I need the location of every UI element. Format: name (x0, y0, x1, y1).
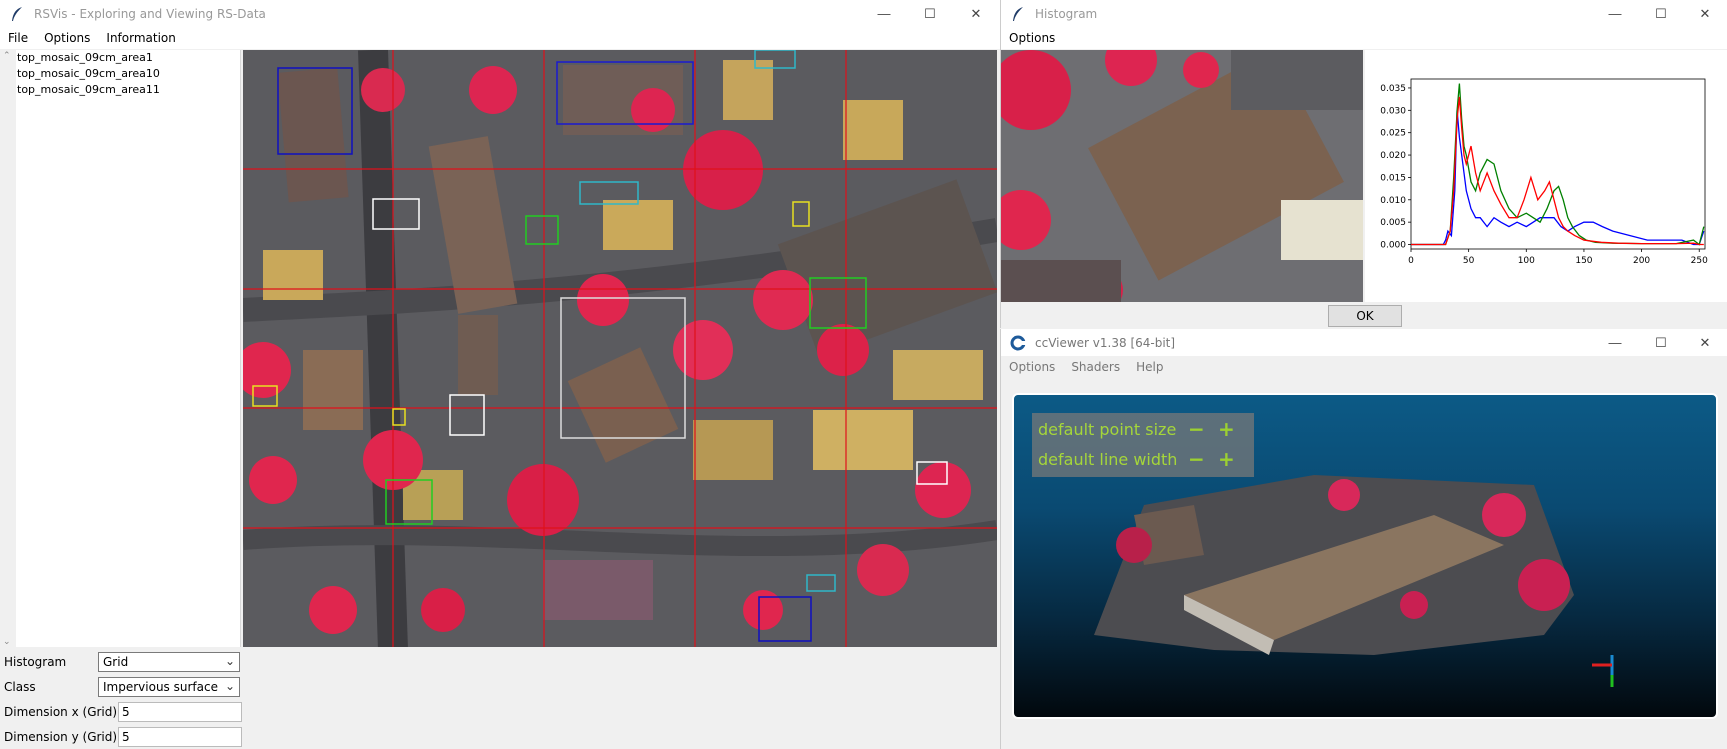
feather-icon (8, 5, 26, 23)
dim-y-label: Dimension y (Grid) (4, 730, 118, 744)
point-size-row: default point size − + (1038, 415, 1235, 443)
ok-button[interactable]: OK (1328, 305, 1402, 327)
y-tick-label: 0.035 (1380, 84, 1406, 94)
point-size-label: default point size (1038, 419, 1177, 439)
menu-options[interactable]: Options (36, 31, 98, 45)
line-width-decrease-button[interactable]: − (1188, 447, 1205, 471)
minimize-button[interactable]: — (861, 0, 907, 27)
dim-y-control-row: Dimension y (Grid) 5 (0, 726, 243, 748)
scroll-up-icon[interactable]: ⌃ (3, 50, 11, 61)
chevron-down-icon: ⌄ (224, 654, 235, 668)
menu-bar: File Options Information (0, 27, 1000, 49)
close-button[interactable]: ✕ (1682, 329, 1727, 356)
class-control-row: Class Impervious surface ⌄ (0, 676, 243, 698)
line-width-row: default line width − + (1038, 445, 1235, 473)
3d-viewport[interactable]: default point size − + default line widt… (1012, 393, 1718, 719)
minimize-button[interactable]: — (1592, 0, 1638, 27)
display-settings-overlay: default point size − + default line widt… (1032, 413, 1254, 477)
close-button[interactable]: ✕ (1682, 0, 1727, 27)
x-tick-label: 250 (1691, 256, 1708, 266)
histogram-select[interactable]: Grid ⌄ (98, 652, 240, 672)
rsvis-window: RSVis - Exploring and Viewing RS-Data — … (0, 0, 1000, 749)
y-tick-label: 0.000 (1380, 241, 1406, 251)
class-label: Class (4, 680, 36, 694)
x-tick-label: 150 (1575, 256, 1592, 266)
file-item[interactable]: top_mosaic_09cm_area10 (0, 66, 240, 82)
point-size-decrease-button[interactable]: − (1188, 417, 1205, 441)
histogram-control-row: Histogram Grid ⌄ (0, 651, 243, 673)
class-select[interactable]: Impervious surface ⌄ (98, 677, 240, 697)
dim-x-control-row: Dimension x (Grid) 5 (0, 701, 243, 723)
y-tick-label: 0.015 (1380, 173, 1406, 183)
point-size-increase-button[interactable]: + (1218, 417, 1235, 441)
histogram-chart-svg: 0 50 100 150 200 250 0.000 0.005 0.010 0.015 0.020… (1380, 78, 1708, 266)
y-tick-label: 0.025 (1380, 129, 1406, 139)
y-tick-label: 0.010 (1380, 196, 1406, 206)
x-tick-label: 50 (1463, 256, 1475, 266)
menu-help[interactable]: Help (1128, 360, 1171, 374)
dim-x-label: Dimension x (Grid) (4, 705, 118, 719)
window-title: Histogram (1035, 6, 1098, 21)
menu-options[interactable]: Options (1001, 31, 1063, 45)
minimize-button[interactable]: — (1592, 329, 1638, 356)
menu-options[interactable]: Options (1001, 360, 1063, 374)
menu-bar: Options Shaders Help (1001, 356, 1727, 378)
aerial-image-canvas[interactable] (243, 50, 997, 647)
ccviewer-logo-icon (1009, 334, 1027, 352)
feather-icon (1009, 5, 1027, 23)
grid-cell-image (1001, 50, 1363, 302)
menu-shaders[interactable]: Shaders (1063, 360, 1128, 374)
ccviewer-window: ccViewer v1.38 [64-bit] — ☐ ✕ Options Sh… (1000, 329, 1727, 749)
histogram-chart: 0 50 100 150 200 250 0.000 0.005 0.010 0.015 0.020… (1365, 50, 1727, 302)
y-tick-label: 0.005 (1380, 218, 1406, 228)
menu-information[interactable]: Information (98, 31, 183, 45)
x-tick-label: 100 (1518, 256, 1535, 266)
close-button[interactable]: ✕ (953, 0, 999, 27)
menu-bar: Options (1001, 27, 1727, 49)
class-select-value: Impervious surface (103, 680, 218, 694)
maximize-button[interactable]: ☐ (1638, 0, 1684, 27)
window-title: ccViewer v1.38 [64-bit] (1035, 335, 1176, 350)
dim-x-input[interactable]: 5 (118, 702, 242, 722)
window-title: RSVis - Exploring and Viewing RS-Data (34, 6, 266, 21)
y-tick-label: 0.020 (1380, 151, 1406, 161)
x-tick-label: 200 (1633, 256, 1650, 266)
y-tick-label: 0.030 (1380, 106, 1406, 116)
maximize-button[interactable]: ☐ (907, 0, 953, 27)
file-item[interactable]: top_mosaic_09cm_area1 (0, 50, 240, 66)
line-width-label: default line width (1038, 449, 1178, 469)
chevron-down-icon: ⌄ (224, 679, 235, 693)
title-bar: Histogram — ☐ ✕ (1001, 0, 1727, 27)
scroll-down-icon[interactable]: ⌄ (3, 636, 11, 647)
line-width-increase-button[interactable]: + (1218, 447, 1235, 471)
file-list-scrollbar[interactable]: ⌃ ⌄ (0, 50, 16, 647)
title-bar: RSVis - Exploring and Viewing RS-Data — … (0, 0, 1000, 27)
x-tick-label: 0 (1408, 256, 1414, 266)
menu-file[interactable]: File (0, 31, 36, 45)
title-bar: ccViewer v1.38 [64-bit] — ☐ ✕ (1001, 329, 1727, 356)
dim-y-input[interactable]: 5 (118, 727, 242, 747)
file-item[interactable]: top_mosaic_09cm_area11 (0, 82, 240, 98)
file-list[interactable]: top_mosaic_09cm_area1 top_mosaic_09cm_ar… (0, 50, 241, 647)
histogram-select-value: Grid (103, 655, 129, 669)
histogram-label: Histogram (4, 655, 67, 669)
maximize-button[interactable]: ☐ (1638, 329, 1684, 356)
histogram-window: Histogram — ☐ ✕ Options 0 50 100 150 200 250 0… (1000, 0, 1727, 328)
